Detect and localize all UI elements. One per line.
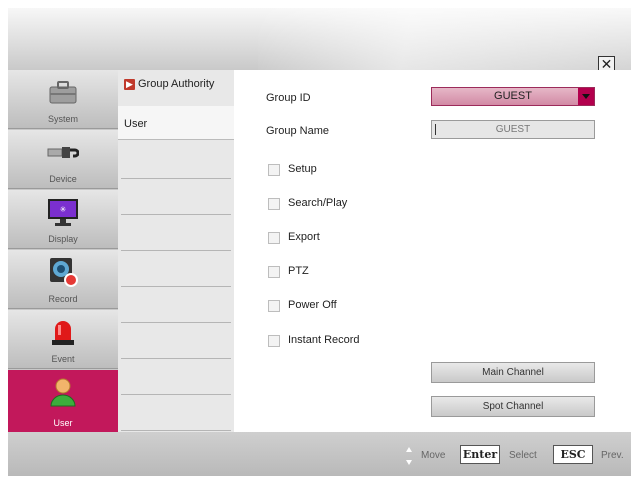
close-button[interactable]: ✕: [598, 56, 615, 71]
plug-icon: [47, 147, 79, 158]
submenu-divider: [121, 286, 231, 287]
power-off-label: Power Off: [288, 299, 337, 311]
submenu-divider: [121, 322, 231, 323]
group-id-value: GUEST: [494, 90, 532, 102]
submenu-divider: [121, 394, 231, 395]
alarm-light-icon: [52, 321, 74, 345]
nav-label: Record: [48, 294, 78, 304]
group-name-label: Group Name: [266, 125, 329, 137]
submenu-item-user[interactable]: User: [118, 106, 234, 140]
nav-label: Display: [48, 234, 78, 244]
ptz-checkbox[interactable]: [268, 266, 280, 278]
setup-checkbox[interactable]: [268, 164, 280, 176]
enter-key: Enter: [460, 445, 500, 464]
svg-text:✳: ✳: [60, 205, 67, 214]
ptz-label: PTZ: [288, 265, 309, 277]
submenu-header: ▶ Group Authority: [118, 78, 234, 96]
monitor-icon: ✳: [48, 199, 78, 226]
group-id-select[interactable]: GUEST: [431, 87, 595, 106]
submenu-header-label: Group Authority: [138, 78, 215, 90]
up-down-arrows-icon: [406, 447, 412, 465]
spot-channel-button[interactable]: Spot Channel: [431, 396, 595, 417]
instant-record-checkbox[interactable]: [268, 335, 280, 347]
move-hint: Move: [421, 450, 446, 461]
briefcase-icon: [49, 81, 77, 104]
text-cursor: [435, 124, 436, 135]
group-authority-form: Group ID GUEST Group Name GUEST Setup Se…: [234, 70, 631, 432]
group-name-value: GUEST: [495, 124, 531, 135]
export-checkbox[interactable]: [268, 232, 280, 244]
nav-label: User: [53, 418, 73, 428]
group-name-field[interactable]: GUEST: [431, 120, 595, 139]
submenu-item-label: User: [124, 118, 148, 130]
search-play-checkbox[interactable]: [268, 198, 280, 210]
setup-label: Setup: [288, 163, 317, 175]
group-id-label: Group ID: [266, 92, 311, 104]
nav-label: Event: [51, 354, 75, 364]
prev-hint: Prev.: [601, 450, 624, 461]
nav-item-system[interactable]: System: [8, 70, 118, 129]
nav-item-device[interactable]: Device: [8, 130, 118, 189]
key-hint-bar: Move Enter Select ESC Prev.: [8, 432, 631, 476]
main-menu-sidebar: System Device ✳ Display Record Event Use…: [8, 70, 118, 432]
user-icon: [50, 378, 76, 407]
submenu-divider: [121, 178, 231, 179]
main-channel-button[interactable]: Main Channel: [431, 362, 595, 383]
setup-window: ✕ System Device ✳ Display Record Event U…: [0, 0, 639, 483]
chevron-down-icon: [578, 88, 594, 105]
submenu-divider: [121, 214, 231, 215]
submenu-divider: [121, 430, 231, 431]
power-off-checkbox[interactable]: [268, 300, 280, 312]
arrow-right-icon: ▶: [124, 78, 135, 90]
select-hint: Select: [509, 450, 537, 461]
nav-label: System: [47, 114, 78, 124]
export-label: Export: [288, 231, 320, 243]
nav-item-display[interactable]: ✳ Display: [8, 190, 118, 249]
nav-label: Device: [49, 174, 77, 184]
title-bar: ✕: [8, 8, 631, 71]
nav-item-event[interactable]: Event: [8, 310, 118, 369]
header-gloss: [258, 8, 631, 70]
esc-key: ESC: [553, 445, 593, 464]
submenu-divider: [121, 250, 231, 251]
camera-record-icon: [50, 258, 78, 287]
submenu-divider: [121, 358, 231, 359]
nav-item-user[interactable]: User: [8, 370, 118, 432]
search-play-label: Search/Play: [288, 197, 348, 209]
instant-record-label: Instant Record: [288, 334, 360, 346]
submenu-panel: ▶ Group Authority User: [118, 70, 235, 432]
nav-item-record[interactable]: Record: [8, 250, 118, 309]
